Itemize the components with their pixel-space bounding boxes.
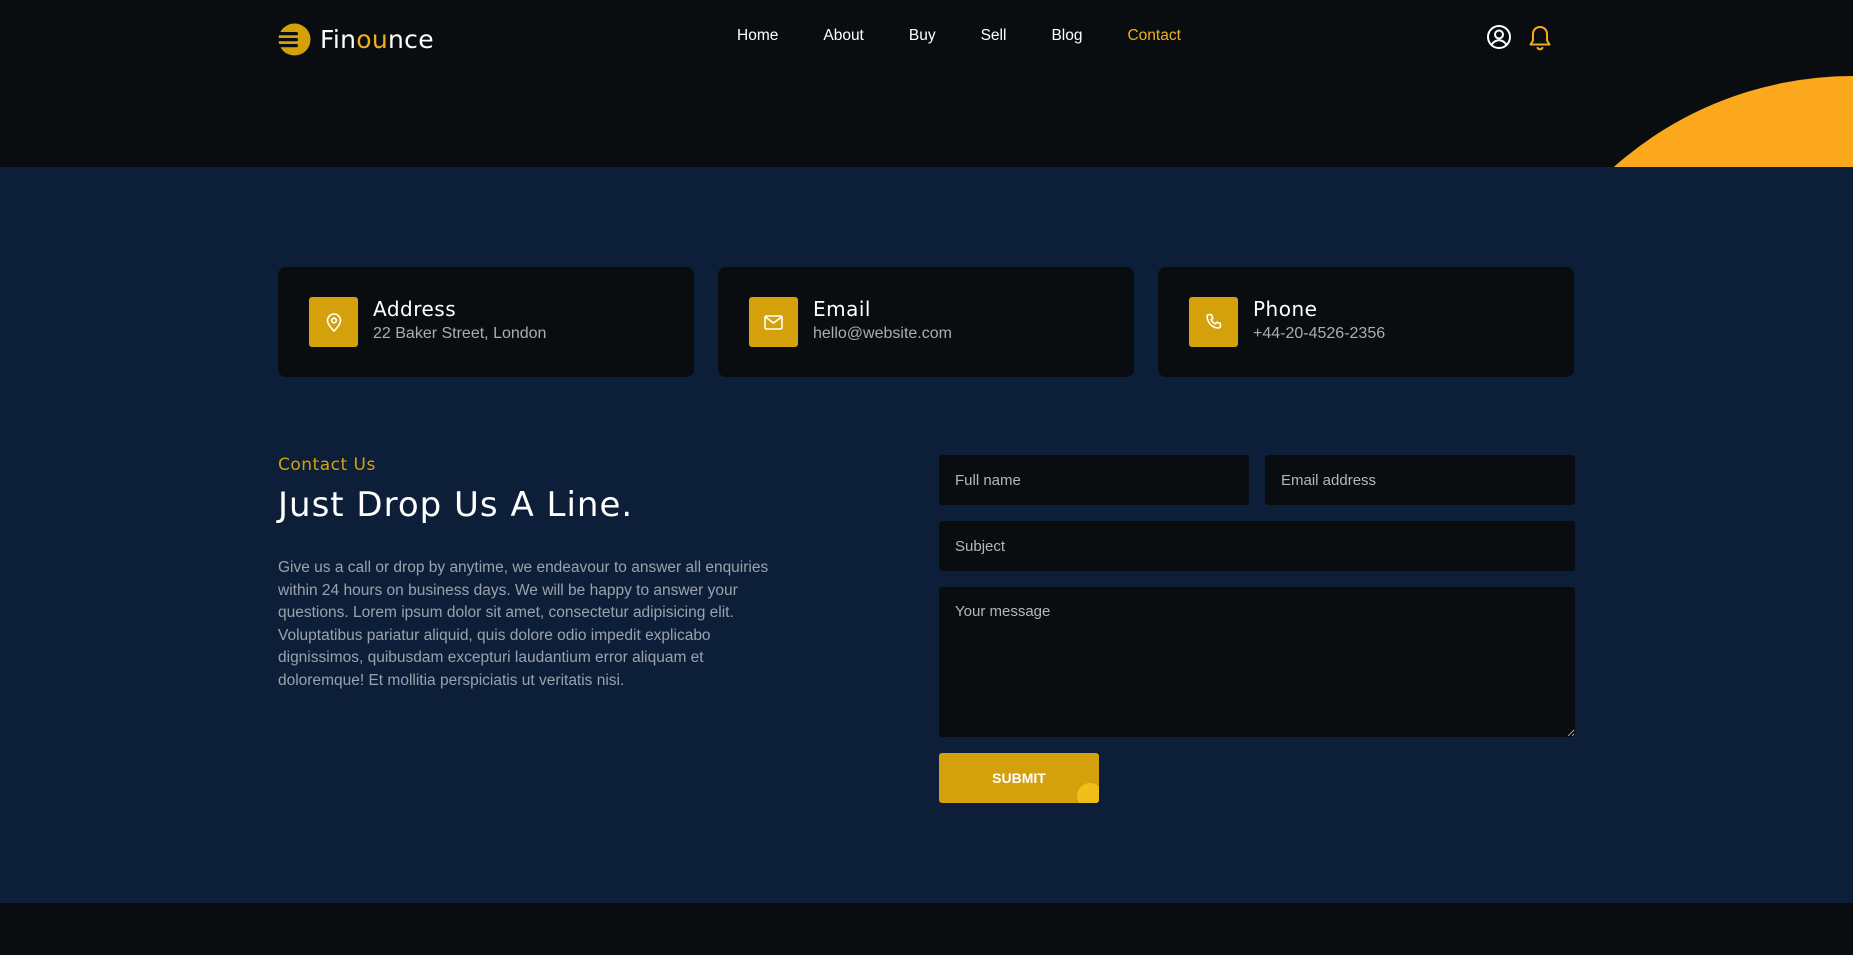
site-header: Finounce Home About Buy Sell Blog Contac… (0, 0, 1853, 167)
main-nav: Home About Buy Sell Blog Contact (737, 27, 1181, 45)
email-title: Email (813, 297, 871, 321)
logo[interactable]: Finounce (278, 22, 434, 56)
footer (0, 903, 1853, 955)
email-value[interactable]: hello@website.com (813, 325, 952, 343)
address-card: Address 22 Baker Street, London (278, 267, 694, 377)
nav-sell[interactable]: Sell (981, 27, 1007, 45)
nav-buy[interactable]: Buy (909, 27, 936, 45)
nav-home[interactable]: Home (737, 27, 778, 45)
submit-decor-dot (1077, 783, 1099, 803)
nav-contact[interactable]: Contact (1127, 27, 1180, 45)
envelope-icon (749, 297, 798, 347)
phone-title: Phone (1253, 297, 1318, 321)
map-pin-icon (309, 297, 358, 347)
full-name-input[interactable] (939, 455, 1249, 505)
address-title: Address (373, 297, 457, 321)
nav-about[interactable]: About (823, 27, 864, 45)
logo-text: Finounce (320, 24, 434, 54)
address-value: 22 Baker Street, London (373, 325, 547, 342)
submit-label: SUBMIT (992, 770, 1046, 786)
submit-button[interactable]: SUBMIT (939, 753, 1099, 803)
nav-blog[interactable]: Blog (1051, 27, 1082, 45)
user-circle-icon[interactable] (1486, 24, 1512, 51)
logo-coin-icon (278, 23, 311, 56)
email-input[interactable] (1265, 455, 1575, 505)
bell-icon[interactable] (1528, 24, 1554, 51)
section-eyebrow: Contact Us (278, 455, 376, 475)
section-description: Give us a call or drop by anytime, we en… (278, 559, 769, 689)
phone-icon (1189, 297, 1238, 347)
phone-card: Phone +44-20-4526-2356 (1158, 267, 1574, 377)
section-headline: Just Drop Us A Line. (278, 485, 634, 525)
email-card: Email hello@website.com (718, 267, 1134, 377)
subject-input[interactable] (939, 521, 1575, 571)
decorative-corner-arc (1493, 76, 1853, 167)
message-textarea[interactable] (939, 587, 1575, 737)
contact-section: Address 22 Baker Street, London Email he… (0, 167, 1853, 903)
phone-value[interactable]: +44-20-4526-2356 (1253, 325, 1385, 343)
header-actions (1486, 24, 1554, 51)
